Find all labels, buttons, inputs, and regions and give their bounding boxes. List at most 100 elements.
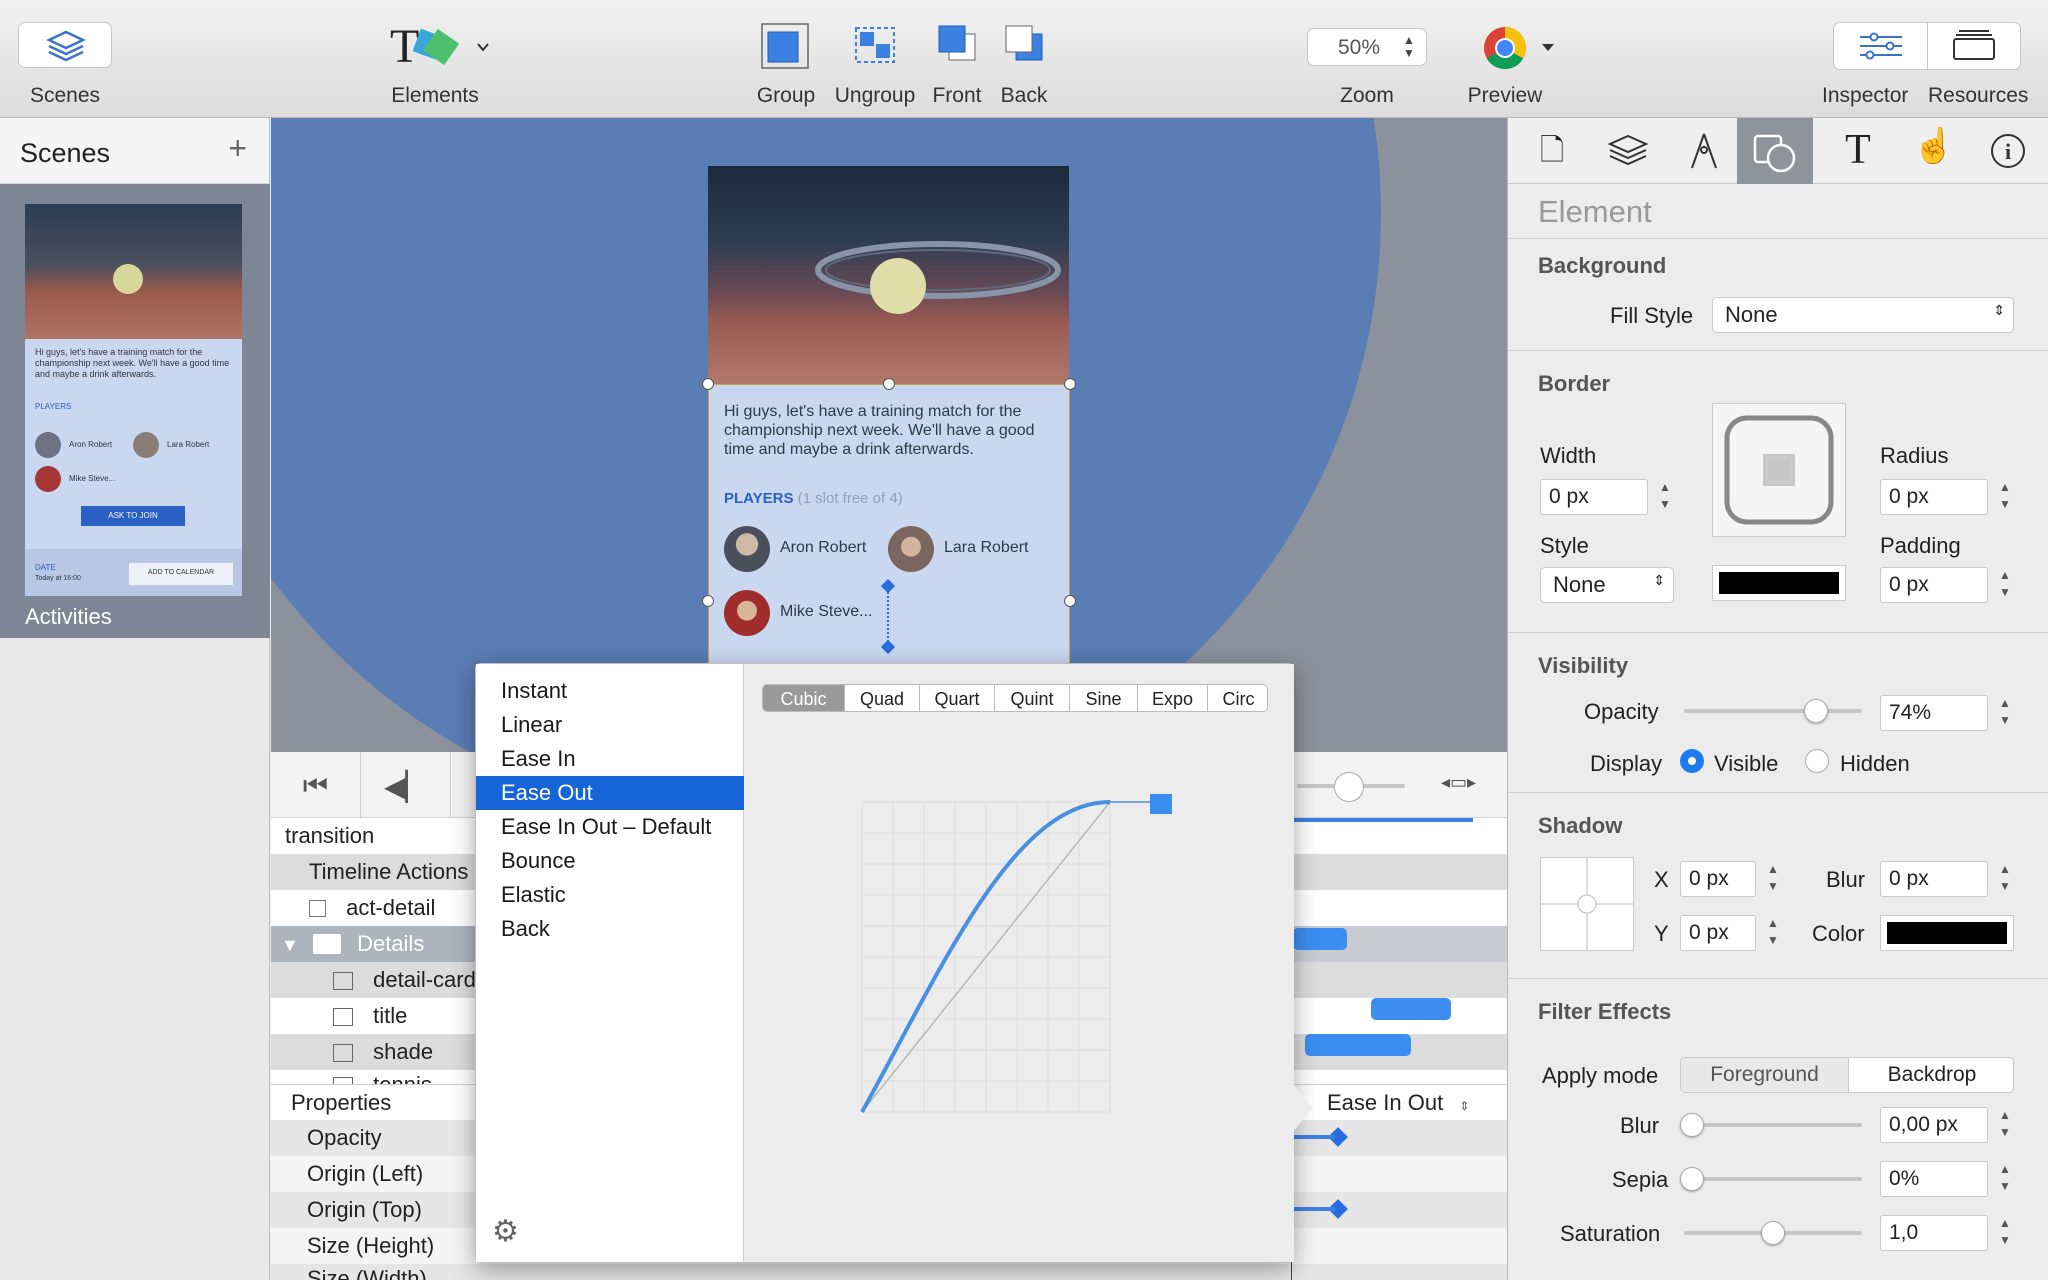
easing-option-ease-out[interactable]: Ease Out [476,776,744,810]
timeline-actions-label: Timeline Actions [309,859,469,884]
stepper-icon[interactable]: ▲ ▼ [1996,1215,2014,1251]
tab-quad[interactable]: Quad [845,685,920,711]
shapes-tab-icon[interactable] [1737,118,1813,184]
zoom-control[interactable]: 50% ▲ ▼ Zoom [1305,28,1429,118]
properties-label: Properties [291,1090,392,1115]
gear-icon[interactable]: ⚙ [492,1214,519,1249]
elements-toolbar-button[interactable]: T Elements [380,20,490,110]
resize-handle[interactable] [1064,595,1076,607]
stepper-icon[interactable]: ▲ ▼ [1656,479,1674,515]
stepper-icon[interactable]: ▲ ▼ [1764,915,1782,951]
sepia-knob[interactable] [1680,1167,1704,1191]
shadow-x-field[interactable]: 0 px [1680,861,1756,897]
stepper-icon[interactable]: ▲ ▼ [1996,695,2014,731]
easing-curve-graph[interactable] [854,794,1174,1124]
saturation-field[interactable]: 1,0 [1880,1215,1988,1251]
easing-option-instant[interactable]: Instant [476,674,744,708]
scenes-toolbar-button[interactable]: Scenes [10,20,120,130]
easing-option-ease-in-out[interactable]: Ease In Out – Default [476,810,744,844]
tab-sine[interactable]: Sine [1070,685,1138,711]
back-button[interactable]: Back [992,20,1056,110]
filter-blur-slider[interactable] [1684,1123,1862,1127]
animation-bar[interactable] [1293,928,1347,950]
inspector-toggle[interactable] [1834,23,1928,69]
pen-tool-icon[interactable] [1674,128,1734,174]
resize-handle[interactable] [1064,378,1076,390]
backdrop-segment[interactable]: Backdrop [1849,1058,2013,1092]
stepper-icon[interactable]: ▲ ▼ [1996,567,2014,603]
fit-width-icon[interactable]: ◂▭▸ [1441,772,1476,793]
easing-option-elastic[interactable]: Elastic [476,878,744,912]
saturation-knob[interactable] [1761,1221,1785,1245]
property-row[interactable]: Size (Width) [271,1264,1507,1280]
shadow-blur-field[interactable]: 0 px [1880,861,1988,897]
front-label: Front [932,84,982,107]
tab-quart[interactable]: Quart [920,685,995,711]
stepper-icon[interactable]: ▲ ▼ [1996,861,2014,897]
radius-field[interactable]: 0 px [1880,479,1988,515]
border-color-well[interactable] [1712,565,1846,601]
canvas[interactable]: Hi guys, let's have a training match for… [271,118,1507,752]
chrome-icon [1484,26,1554,70]
front-button[interactable]: Front [925,20,989,110]
hidden-radio[interactable] [1805,749,1829,773]
foreground-segment[interactable]: Foreground [1681,1058,1849,1092]
filter-blur-knob[interactable] [1680,1113,1704,1137]
text-tab-icon[interactable]: T [1828,126,1888,176]
resize-handle[interactable] [702,378,714,390]
border-style-select[interactable]: None ⇕ [1540,567,1674,603]
resize-handle[interactable] [702,595,714,607]
visible-radio[interactable] [1680,749,1704,773]
hand-icon[interactable]: ☝ [1904,126,1964,176]
fill-style-select[interactable]: None ⇕ [1712,297,2014,333]
group-button[interactable]: Group [750,20,822,110]
tab-circ[interactable]: Circ [1208,685,1267,711]
easing-value: Ease In Out [1327,1090,1444,1115]
tab-cubic[interactable]: Cubic [763,685,845,711]
opacity-slider[interactable] [1684,709,1862,713]
stepper-icon[interactable]: ▲ ▼ [1996,1161,2014,1197]
stepper-icon[interactable]: ▲ ▼ [1764,861,1782,897]
document-icon[interactable]: 🗋 [1522,128,1582,174]
disclosure-triangle-icon[interactable]: ▼ [281,935,299,955]
easing-option-ease-in[interactable]: Ease In [476,742,744,776]
shadow-color-well[interactable] [1880,915,2014,951]
filter-effects-title: Filter Effects [1538,999,1672,1024]
ungroup-button[interactable]: Ungroup [830,20,920,110]
stepper-icon[interactable]: ▲ ▼ [1996,1107,2014,1143]
border-width-field[interactable]: 0 px [1540,479,1648,515]
checkbox-icon[interactable] [309,900,326,917]
sepia-slider[interactable] [1684,1177,1862,1181]
shadow-y-field[interactable]: 0 px [1680,915,1756,951]
border-side-selector[interactable] [1712,403,1846,537]
opacity-field[interactable]: 74% [1880,695,1988,731]
easing-select[interactable]: Ease In Out ⇕ [1291,1084,1507,1120]
filter-blur-field[interactable]: 0,00 px [1880,1107,1988,1143]
inspector-tabs: 🗋 T ☝ i [1508,118,2048,184]
easing-option-bounce[interactable]: Bounce [476,844,744,878]
resources-toggle[interactable] [1928,23,2022,69]
easing-option-linear[interactable]: Linear [476,708,744,742]
tab-quint[interactable]: Quint [995,685,1070,711]
resize-handle[interactable] [883,378,895,390]
shadow-color-label: Color [1812,921,1865,946]
timeline-zoom-knob[interactable] [1334,772,1364,802]
tennis-photo [708,166,1069,384]
step-back-icon[interactable]: ◀▏ [361,752,451,818]
preview-button[interactable]: Preview [1450,24,1560,114]
animation-bar[interactable] [1305,1034,1411,1056]
padding-field[interactable]: 0 px [1880,567,1988,603]
opacity-slider-knob[interactable] [1803,699,1828,723]
easing-option-back[interactable]: Back [476,912,744,946]
rewind-start-icon[interactable]: ⏮ [271,752,361,818]
shadow-offset-pad[interactable] [1540,857,1634,951]
scene-thumbnail[interactable]: Hi guys, let's have a training match for… [0,184,270,638]
info-icon[interactable]: i [1978,128,2038,174]
tab-expo[interactable]: Expo [1138,685,1208,711]
sepia-field[interactable]: 0% [1880,1161,1988,1197]
stepper-icon[interactable]: ▲ ▼ [1996,479,2014,515]
layers-icon[interactable] [1598,128,1658,174]
animation-bar[interactable] [1371,998,1451,1020]
add-scene-icon[interactable]: + [228,130,247,167]
zoom-stepper-icon[interactable]: ▲ ▼ [1403,34,1415,60]
